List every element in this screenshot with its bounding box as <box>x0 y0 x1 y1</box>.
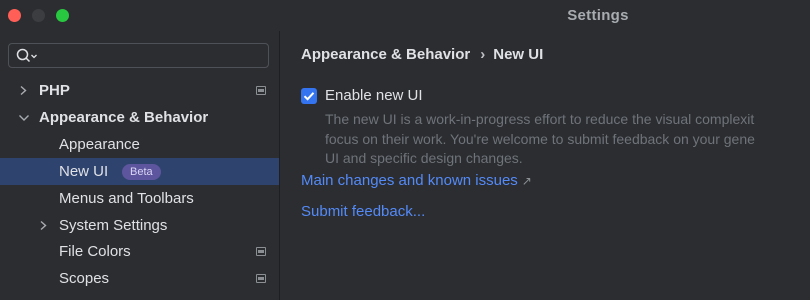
sidebar-item-php[interactable]: PHP <box>0 77 279 104</box>
breadcrumb-parent[interactable]: Appearance & Behavior <box>301 46 470 63</box>
sidebar-item-scopes[interactable]: Scopes <box>0 265 279 292</box>
description-line: focus on their work. You're welcome to s… <box>325 130 755 147</box>
breadcrumb-separator: › <box>480 46 486 63</box>
sidebar-item-label: New UI <box>59 163 109 180</box>
sidebar-item-label: Menus and Toolbars <box>59 190 194 207</box>
sidebar-item-appearance-behavior[interactable]: Appearance & Behavior <box>0 104 279 131</box>
settings-content: Appearance & Behavior › New UI Enable new … <box>280 31 810 300</box>
sidebar-item-label: Appearance <box>59 136 140 153</box>
sidebar-item-menus-toolbars[interactable]: Menus and Toolbars <box>0 185 279 212</box>
sidebar-item-system-settings[interactable]: System Settings <box>0 212 279 239</box>
search-input[interactable] <box>8 43 269 68</box>
sidebar-item-label: Appearance & Behavior <box>39 109 209 126</box>
beta-badge: Beta <box>122 164 161 180</box>
submit-feedback-link[interactable]: Submit feedback... <box>301 203 425 220</box>
main-changes-link[interactable]: Main changes and known issues ↗ <box>301 172 532 189</box>
project-settings-icon <box>256 274 266 283</box>
window-title: Settings <box>567 7 629 24</box>
project-settings-icon <box>256 86 266 95</box>
description-line: UI and specific design changes. <box>325 150 523 166</box>
breadcrumb-current: New UI <box>493 46 544 63</box>
checkmark-icon <box>303 92 315 101</box>
project-settings-icon <box>256 247 266 256</box>
enable-new-ui-label[interactable]: Enable new UI <box>325 87 423 104</box>
sidebar-item-label: Scopes <box>59 270 110 287</box>
sidebar-item-label: File Colors <box>59 243 131 260</box>
sidebar-item-label: PHP <box>39 82 70 99</box>
new-ui-description: The new UI is a work-in-progress effort … <box>325 110 810 169</box>
enable-new-ui-checkbox[interactable] <box>301 88 317 104</box>
sidebar-item-file-colors[interactable]: File Colors <box>0 238 279 265</box>
chevron-right-icon[interactable] <box>37 212 51 239</box>
external-link-icon: ↗ <box>521 174 532 188</box>
sidebar-item-appearance[interactable]: Appearance <box>0 131 279 158</box>
search-icon <box>16 48 37 63</box>
main-changes-link-text[interactable]: Main changes and known issues <box>301 172 518 189</box>
title-bar: Settings <box>0 0 810 31</box>
chevron-down-icon[interactable] <box>17 104 31 131</box>
description-line: The new UI is a work-in-progress effort … <box>325 111 755 127</box>
sidebar-item-label: System Settings <box>59 217 168 234</box>
sidebar-item-new-ui[interactable]: New UI Beta <box>0 158 279 185</box>
breadcrumb: Appearance & Behavior › New UI <box>301 46 543 63</box>
settings-sidebar: PHP Appearance & Behavior Appearance New… <box>0 31 279 300</box>
chevron-right-icon[interactable] <box>17 77 31 104</box>
